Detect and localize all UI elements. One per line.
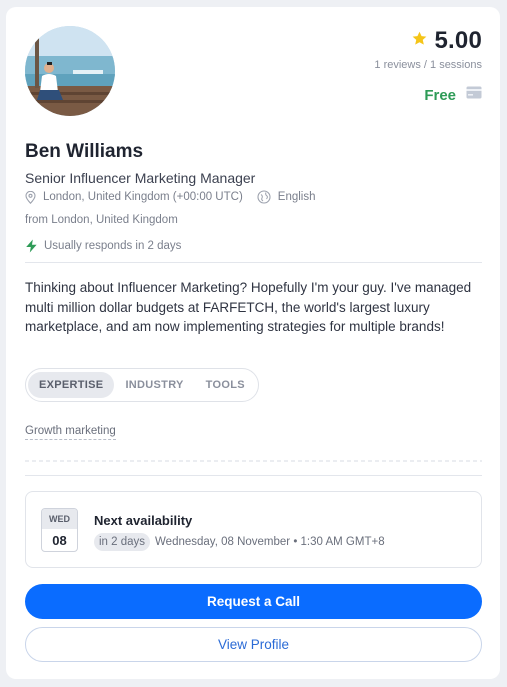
calendar-date-chip: WED 08: [41, 508, 78, 552]
location-pin-icon: [25, 190, 36, 204]
dashed-divider: [25, 460, 482, 462]
response-time: Usually responds in 2 days: [25, 239, 181, 253]
mentor-bio: Thinking about Influencer Marketing? Hop…: [25, 280, 472, 334]
reviews-summary: 1 reviews / 1 sessions: [374, 59, 482, 71]
language-text: English: [277, 191, 316, 203]
divider: [25, 262, 482, 263]
availability-detail: in 2 days Wednesday, 08 November • 1:30 …: [94, 533, 385, 551]
calendar-day-of-week: WED: [42, 509, 77, 529]
mentor-card: 5.00 1 reviews / 1 sessions Free Ben Wil…: [6, 7, 500, 679]
price-label: Free: [424, 86, 456, 104]
availability-panel[interactable]: WED 08 Next availability in 2 days Wedne…: [25, 491, 482, 568]
tab-expertise[interactable]: EXPERTISE: [28, 372, 115, 398]
origin-text: from London, United Kingdom: [25, 214, 178, 226]
card-icon: [466, 86, 482, 104]
relative-time-badge: in 2 days: [94, 533, 151, 551]
lightning-bolt-icon: [25, 239, 38, 253]
availability-title: Next availability: [94, 513, 193, 528]
price-block: Free: [424, 86, 482, 104]
tab-industry[interactable]: INDUSTRY: [114, 372, 194, 398]
view-profile-button[interactable]: View Profile: [25, 627, 482, 662]
rating-block: 5.00 1 reviews / 1 sessions: [374, 27, 482, 71]
availability-datetime: Wednesday, 08 November • 1:30 AM GMT+8: [155, 536, 385, 548]
tab-tools[interactable]: TOOLS: [195, 372, 256, 398]
star-icon: [411, 30, 428, 52]
response-time-text: Usually responds in 2 days: [44, 240, 182, 252]
location-text: London, United Kingdom (+00:00 UTC): [43, 191, 243, 203]
mentor-name[interactable]: Ben Williams: [25, 141, 143, 163]
rating-value: 5.00: [434, 27, 482, 54]
divider: [25, 475, 482, 476]
globe-icon: [257, 190, 271, 204]
expertise-tag[interactable]: Growth marketing: [25, 425, 116, 440]
location-language-row: London, United Kingdom (+00:00 UTC) Engl…: [25, 190, 316, 204]
request-call-button[interactable]: Request a Call: [25, 584, 482, 619]
avatar[interactable]: [25, 26, 115, 116]
skills-tabs: EXPERTISE INDUSTRY TOOLS: [25, 368, 259, 402]
avatar-photo: [25, 26, 115, 116]
mentor-job-title: Senior Influencer Marketing Manager: [25, 170, 256, 186]
calendar-day-number: 08: [52, 533, 67, 548]
